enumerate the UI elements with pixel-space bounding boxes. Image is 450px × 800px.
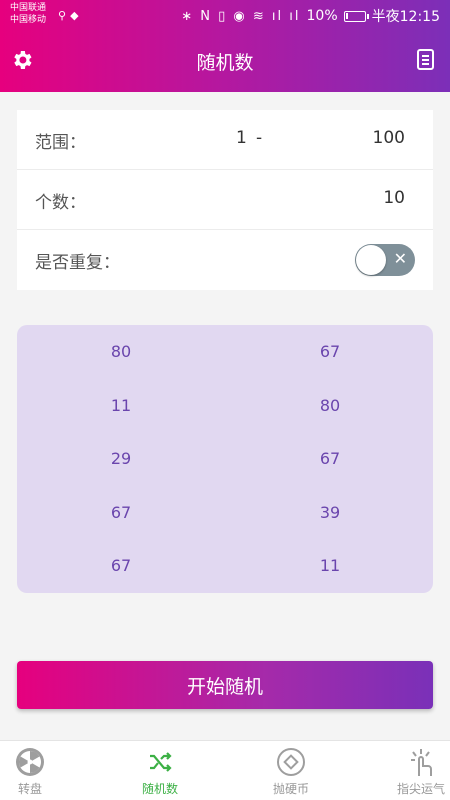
status-right: ∗ N ▯ ◉ ≋ ıl ıl 10% 半夜12:15 xyxy=(181,6,440,26)
range-min-value[interactable]: 1 xyxy=(236,128,247,148)
nav-label-coin: 抛硬币 xyxy=(272,782,309,796)
wheel-icon xyxy=(16,748,44,776)
range-separator: - xyxy=(256,128,263,148)
result-number: 39 xyxy=(319,503,341,522)
carrier-2: 中国移动 xyxy=(10,15,47,25)
battery-icon xyxy=(343,10,369,22)
result-number: 11 xyxy=(110,396,132,415)
nav-label-wheel: 转盘 xyxy=(17,782,42,796)
usb-icon: ⚲ xyxy=(58,9,71,22)
app-bar: 随机数 xyxy=(0,32,450,90)
result-number: 80 xyxy=(110,342,132,361)
result-number: 67 xyxy=(319,342,341,361)
result-number: 80 xyxy=(319,396,341,415)
start-random-button[interactable]: 开始随机 xyxy=(17,661,433,709)
count-label: 个数： xyxy=(35,193,86,213)
battery-percent: 10% xyxy=(306,8,338,24)
coin-icon xyxy=(277,748,305,776)
shuffle-icon xyxy=(150,752,172,772)
carrier-info: 中国联通 中国移动 xyxy=(10,2,46,26)
nav-label-finger: 指尖运气 xyxy=(396,782,445,796)
signal-icons: ∗ N ▯ ◉ ≋ ıl ıl xyxy=(181,8,301,24)
nav-item-wheel[interactable]: 转盘 xyxy=(0,741,75,800)
range-label: 范围： xyxy=(35,133,86,153)
repeat-row: 是否重复： ✕ xyxy=(17,230,433,290)
app-notification-icon: ◆ xyxy=(70,9,83,22)
toggle-knob xyxy=(356,245,386,275)
result-number: 29 xyxy=(110,449,132,468)
document-icon[interactable] xyxy=(416,48,436,72)
range-row[interactable]: 范围： 1 - 100 xyxy=(17,110,433,170)
result-number: 11 xyxy=(319,556,341,575)
page-title: 随机数 xyxy=(196,52,254,74)
clock: 半夜12:15 xyxy=(371,9,440,25)
count-value[interactable]: 10 xyxy=(383,188,405,208)
result-number: 67 xyxy=(110,503,132,522)
results-panel: 80 67 11 80 29 67 67 39 67 11 xyxy=(17,325,433,593)
carrier-1: 中国联通 xyxy=(10,3,47,13)
repeat-label: 是否重复： xyxy=(35,253,120,273)
repeat-toggle[interactable]: ✕ xyxy=(355,244,415,276)
bottom-nav: 转盘 随机数 抛硬币 指尖运气 xyxy=(0,740,450,800)
status-bar: 中国联通 中国移动 ⚲◆ ∗ N ▯ ◉ ≋ ıl ıl 10% 半夜12:15 xyxy=(0,0,450,32)
count-row[interactable]: 个数： 10 xyxy=(17,170,433,230)
settings-card: 范围： 1 - 100 个数： 10 是否重复： ✕ xyxy=(17,110,433,290)
nav-item-random[interactable]: 随机数 xyxy=(115,741,205,800)
top-header: 中国联通 中国移动 ⚲◆ ∗ N ▯ ◉ ≋ ıl ıl 10% 半夜12:15… xyxy=(0,0,450,92)
range-max-value[interactable]: 100 xyxy=(373,128,405,148)
finger-tap-icon xyxy=(411,749,432,776)
close-icon: ✕ xyxy=(393,249,407,268)
result-number: 67 xyxy=(110,556,132,575)
nav-label-random: 随机数 xyxy=(141,782,178,796)
nav-item-finger[interactable]: 指尖运气 xyxy=(376,741,450,800)
notification-icons: ⚲◆ xyxy=(58,9,83,22)
nav-item-coin[interactable]: 抛硬币 xyxy=(246,741,336,800)
result-number: 67 xyxy=(319,449,341,468)
